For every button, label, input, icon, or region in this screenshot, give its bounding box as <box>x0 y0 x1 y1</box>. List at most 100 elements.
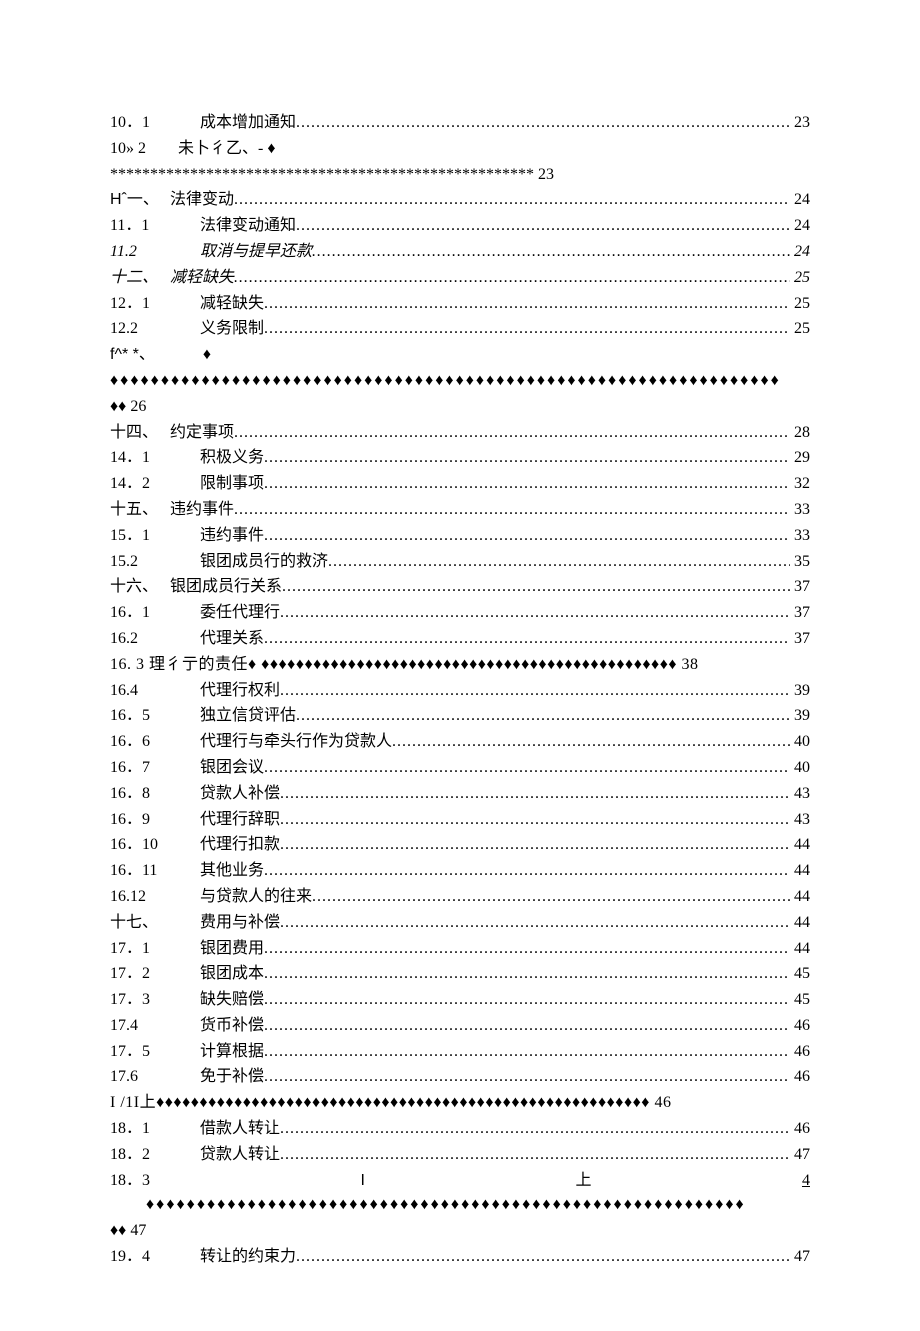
toc-title: 与贷款人的往来 <box>200 885 312 910</box>
toc-row: 15.2 银团成员行的救济 35 <box>110 550 810 575</box>
toc-number: 16．5 <box>110 704 200 729</box>
toc-page-number: 28 <box>790 421 810 446</box>
toc-row: 11.2 取消与提早还款 24 <box>110 240 810 265</box>
toc-row: 16．7 银团会议 40 <box>110 756 810 781</box>
toc-page-number: 47 <box>790 1143 810 1168</box>
toc-number: 12．1 <box>110 292 200 317</box>
toc-page-number: 47 <box>790 1245 810 1270</box>
toc-row: 十六、 银团成员行关系 37 <box>110 575 810 600</box>
toc-row: 12．1 减轻缺失 25 <box>110 292 810 317</box>
toc-page-number: 24 <box>790 188 810 213</box>
toc-row: 17．3 缺失赔偿 45 <box>110 988 810 1013</box>
toc-row: 16．9 代理行辞职 43 <box>110 808 810 833</box>
toc-row: 11．1 法律变动通知 24 <box>110 214 810 239</box>
garbled-row: ♦♦♦♦♦♦♦♦♦♦♦♦♦♦♦♦♦♦♦♦♦♦♦♦♦♦♦♦♦♦♦♦♦♦♦♦♦♦♦♦… <box>110 369 810 394</box>
toc-number: 十七、 <box>110 911 200 936</box>
garbled-row: I /1I上♦♦♦♦♦♦♦♦♦♦♦♦♦♦♦♦♦♦♦♦♦♦♦♦♦♦♦♦♦♦♦♦♦♦… <box>110 1091 810 1116</box>
toc-title: 其他业务 <box>200 859 264 884</box>
toc-leader <box>234 188 790 213</box>
toc-page-number: 44 <box>790 911 810 936</box>
toc-leader <box>280 1117 790 1142</box>
toc-page-number: 37 <box>790 627 810 652</box>
toc-number: 十二、 <box>110 266 170 291</box>
toc-title: 银团成本 <box>200 962 264 987</box>
toc-page-number: 45 <box>790 962 810 987</box>
toc-title: 约定事项 <box>170 421 234 446</box>
toc-row: 17．5 计算根据 46 <box>110 1040 810 1065</box>
toc-leader <box>264 317 790 342</box>
toc-number: 十五、 <box>110 498 170 523</box>
toc-title: 代理行权利 <box>200 679 280 704</box>
toc-leader <box>280 1143 790 1168</box>
toc-number: 17．5 <box>110 1040 200 1065</box>
toc-title: 货币补偿 <box>200 1014 264 1039</box>
toc-row: 12.2 义务限制 25 <box>110 317 810 342</box>
toc-number: 17．3 <box>110 988 200 1013</box>
toc-title: 缺失赔偿 <box>200 988 264 1013</box>
garbled-row: ****************************************… <box>110 163 810 188</box>
toc-number: 14．2 <box>110 472 200 497</box>
garbled-row: 16. 3 理彳亍的责任♦ ♦♦♦♦♦♦♦♦♦♦♦♦♦♦♦♦♦♦♦♦♦♦♦♦♦♦… <box>110 653 810 678</box>
toc-leader <box>234 498 790 523</box>
toc-number: 十六、 <box>110 575 170 600</box>
toc-row: 18．1 借款人转让 46 <box>110 1117 810 1142</box>
toc-title: 减轻缺失 <box>170 266 234 291</box>
toc-number: 10．1 <box>110 111 200 136</box>
toc-title: 贷款人补偿 <box>200 782 280 807</box>
toc-page-number: 37 <box>790 601 810 626</box>
toc-page-number: 44 <box>790 859 810 884</box>
toc-title: 借款人转让 <box>200 1117 280 1142</box>
toc-page-number: 24 <box>790 214 810 239</box>
toc-number: 17．1 <box>110 937 200 962</box>
toc-number: 17.6 <box>110 1065 200 1090</box>
toc-leader <box>264 472 790 497</box>
toc-page-number: 46 <box>790 1040 810 1065</box>
toc-number: 16．8 <box>110 782 200 807</box>
toc-number: 11．1 <box>110 214 200 239</box>
toc-page-number: 44 <box>790 885 810 910</box>
toc-number: 18．1 <box>110 1117 200 1142</box>
toc-leader <box>328 550 790 575</box>
toc-title: 独立信贷评估 <box>200 704 296 729</box>
toc-row: 16．6 代理行与牵头行作为贷款人 40 <box>110 730 810 755</box>
toc-page-number: 32 <box>790 472 810 497</box>
toc-row: 19．4 转让的约束力 47 <box>110 1245 810 1270</box>
toc-number: 16.2 <box>110 627 200 652</box>
toc-row: 10．1 成本增加通知 23 <box>110 111 810 136</box>
toc-row: 17．1 银团费用 44 <box>110 937 810 962</box>
toc-leader <box>296 1245 790 1270</box>
toc-title: 积极义务 <box>200 446 264 471</box>
toc-page-number: 37 <box>790 575 810 600</box>
toc-leader <box>280 833 790 858</box>
toc-row: 16．10 代理行扣款 44 <box>110 833 810 858</box>
toc-leader <box>264 446 790 471</box>
toc-page-number: 40 <box>790 756 810 781</box>
toc-row: 十七、 费用与补偿 44 <box>110 911 810 936</box>
toc-leader <box>264 859 790 884</box>
toc-number: 15.2 <box>110 550 200 575</box>
toc-leader <box>264 937 790 962</box>
toc-title: 银团成员行关系 <box>170 575 282 600</box>
toc-row: 16．5 独立信贷评估 39 <box>110 704 810 729</box>
toc-row: 15．1 违约事件 33 <box>110 524 810 549</box>
garbled-text: 上 <box>575 1169 591 1194</box>
toc-number: 11.2 <box>110 240 200 265</box>
toc-number: 16．1 <box>110 601 200 626</box>
toc-page-number: 25 <box>790 292 810 317</box>
toc-row: 十四、 约定事项 28 <box>110 421 810 446</box>
toc-title: 费用与补偿 <box>200 911 280 936</box>
toc-title: 银团成员行的救济 <box>200 550 328 575</box>
toc-page-number: 46 <box>790 1014 810 1039</box>
toc-page-number: 33 <box>790 524 810 549</box>
toc-number: 16．10 <box>110 833 200 858</box>
garbled-row: ♦♦ 47 <box>110 1219 810 1244</box>
toc-row: 16．8 贷款人补偿 43 <box>110 782 810 807</box>
toc-page-number: 25 <box>790 317 810 342</box>
toc-leader <box>392 730 790 755</box>
toc-page: 10．1 成本增加通知 23 10» 2 未卜彳乙、- ♦ **********… <box>0 0 920 1331</box>
toc-leader <box>280 601 790 626</box>
toc-title: 限制事项 <box>200 472 264 497</box>
toc-title: 代理关系 <box>200 627 264 652</box>
toc-title: 代理行辞职 <box>200 808 280 833</box>
toc-page-number: 44 <box>790 833 810 858</box>
